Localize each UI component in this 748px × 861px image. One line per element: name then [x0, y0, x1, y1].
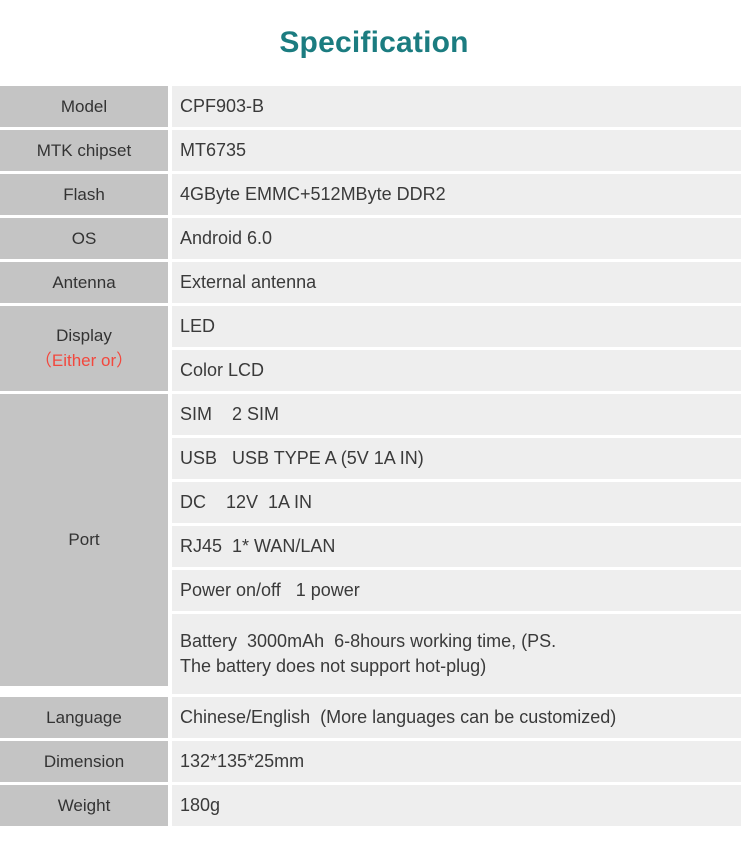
- row-values: SIM 2 SIM USB USB TYPE A (5V 1A IN) DC 1…: [172, 394, 741, 694]
- value-text: DC 12V 1A IN: [180, 492, 313, 512]
- table-row: MTK chipset MT6735: [0, 130, 741, 171]
- row-value-mtk-chipset: MT6735: [172, 130, 741, 171]
- row-value-display-lcd: Color LCD: [172, 350, 741, 391]
- row-value-model: CPF903-B: [172, 86, 741, 127]
- row-value-port-rj45: RJ45 1* WAN/LAN: [172, 526, 741, 567]
- row-label-port: Port: [0, 394, 168, 686]
- row-values: LED Color LCD: [172, 306, 741, 391]
- row-values: Android 6.0: [172, 218, 741, 259]
- row-label-text: MTK chipset: [36, 140, 132, 160]
- value-text: Power on/off 1 power: [180, 580, 360, 600]
- value-text: 132*135*25mm: [180, 751, 305, 771]
- row-values: 4GByte EMMC+512MByte DDR2: [172, 174, 741, 215]
- table-row: Port SIM 2 SIM USB USB TYPE A (5V 1A IN)…: [0, 394, 741, 694]
- table-row: OS Android 6.0: [0, 218, 741, 259]
- value-text: USB USB TYPE A (5V 1A IN): [180, 448, 424, 468]
- row-value-port-usb: USB USB TYPE A (5V 1A IN): [172, 438, 741, 479]
- specification-page: Specification Model CPF903-B MTK chipset…: [0, 0, 748, 861]
- value-text: MT6735: [180, 140, 247, 160]
- value-text-line1: Battery 3000mAh 6-8hours working time, (…: [180, 631, 557, 651]
- row-label-text: Language: [46, 707, 122, 727]
- row-value-port-dc: DC 12V 1A IN: [172, 482, 741, 523]
- row-values: CPF903-B: [172, 86, 741, 127]
- row-label-text: Weight: [57, 795, 111, 815]
- value-text: RJ45 1* WAN/LAN: [180, 536, 336, 556]
- row-label-text: Flash: [63, 184, 105, 204]
- table-row: Dimension 132*135*25mm: [0, 741, 741, 782]
- value-text: Color LCD: [180, 360, 265, 380]
- row-value-display-led: LED: [172, 306, 741, 347]
- row-values: MT6735: [172, 130, 741, 171]
- row-label-os: OS: [0, 218, 168, 259]
- row-values: External antenna: [172, 262, 741, 303]
- value-text: 4GByte EMMC+512MByte DDR2: [180, 184, 446, 204]
- value-text-line2: The battery does not support hot-plug): [180, 656, 487, 676]
- row-label-language: Language: [0, 697, 168, 738]
- row-label-antenna: Antenna: [0, 262, 168, 303]
- row-label-text: Antenna: [52, 272, 116, 292]
- value-text: 180g: [180, 795, 221, 815]
- table-row: Antenna External antenna: [0, 262, 741, 303]
- row-value-flash: 4GByte EMMC+512MByte DDR2: [172, 174, 741, 215]
- table-row: Weight 180g: [0, 785, 741, 826]
- row-value-antenna: External antenna: [172, 262, 741, 303]
- row-values: 132*135*25mm: [172, 741, 741, 782]
- value-text: CPF903-B: [180, 96, 265, 116]
- table-row: Language Chinese/English (More languages…: [0, 697, 741, 738]
- table-row: Model CPF903-B: [0, 86, 741, 127]
- row-label-text: OS: [71, 228, 97, 248]
- specification-table: Model CPF903-B MTK chipset MT6735 Flash: [0, 86, 741, 829]
- row-value-weight: 180g: [172, 785, 741, 826]
- row-label-text: Dimension: [43, 751, 125, 771]
- row-label-text: Display: [56, 326, 112, 345]
- row-value-port-battery: Battery 3000mAh 6-8hours working time, (…: [172, 614, 741, 694]
- row-values: Chinese/English (More languages can be c…: [172, 697, 741, 738]
- row-label-model: Model: [0, 86, 168, 127]
- row-values: 180g: [172, 785, 741, 826]
- table-row: Flash 4GByte EMMC+512MByte DDR2: [0, 174, 741, 215]
- row-value-language: Chinese/English (More languages can be c…: [172, 697, 741, 738]
- row-label-display: Display （Either or）: [0, 306, 168, 391]
- row-value-os: Android 6.0: [172, 218, 741, 259]
- value-text: Chinese/English (More languages can be c…: [180, 707, 617, 727]
- value-text: LED: [180, 316, 216, 336]
- row-label-mtk-chipset: MTK chipset: [0, 130, 168, 171]
- row-label-text: Port: [68, 530, 100, 549]
- row-label-weight: Weight: [0, 785, 168, 826]
- value-text: Android 6.0: [180, 228, 273, 248]
- row-label-dimension: Dimension: [0, 741, 168, 782]
- row-value-port-power: Power on/off 1 power: [172, 570, 741, 611]
- page-title: Specification: [279, 26, 469, 59]
- row-label-flash: Flash: [0, 174, 168, 215]
- table-row: Display （Either or） LED Color LCD: [0, 306, 741, 391]
- value-text: SIM 2 SIM: [180, 404, 280, 424]
- value-text: External antenna: [180, 272, 317, 292]
- row-value-port-sim: SIM 2 SIM: [172, 394, 741, 435]
- row-label-text: Model: [60, 96, 108, 116]
- row-value-dimension: 132*135*25mm: [172, 741, 741, 782]
- row-label-display-note: （Either or）: [34, 351, 134, 370]
